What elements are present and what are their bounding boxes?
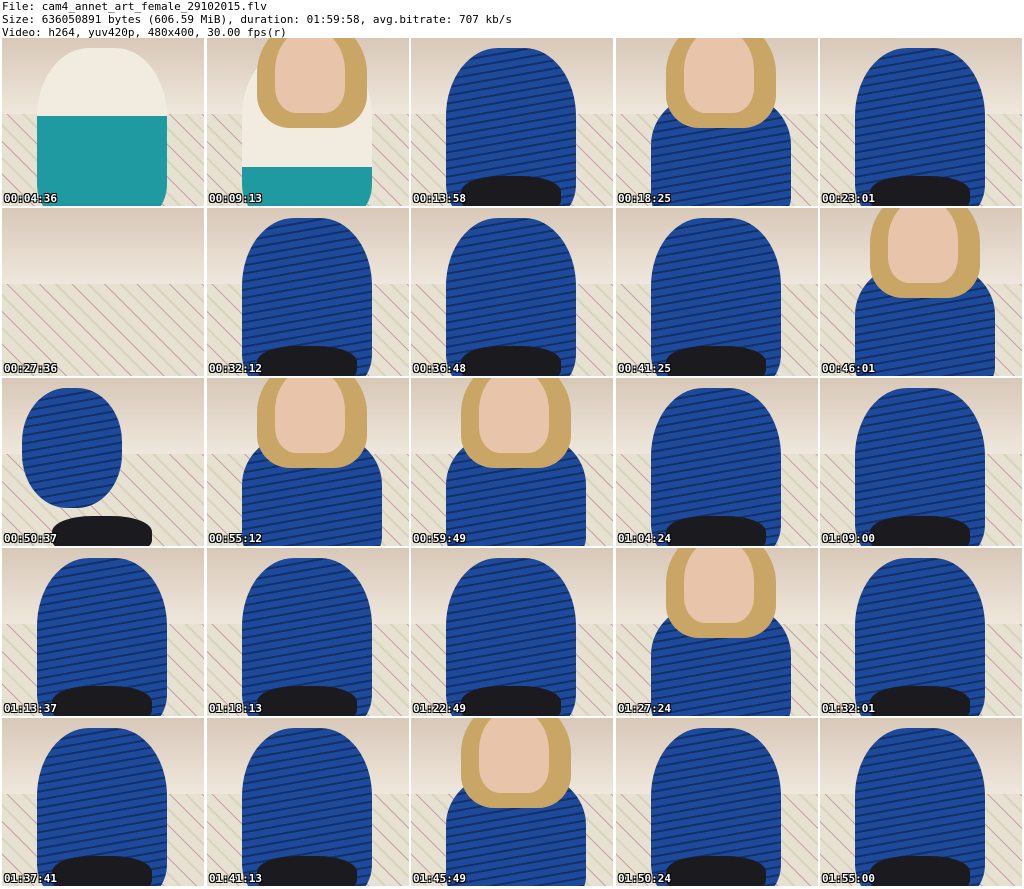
person-legs — [870, 686, 970, 716]
person-legs — [461, 176, 561, 206]
thumbnail-timestamp: 00:55:12 — [209, 532, 262, 545]
thumbnail-timestamp: 01:04:24 — [618, 532, 671, 545]
video-thumbnail: 01:13:37 — [2, 548, 204, 716]
file-name-line: File: cam4_annet_art_female_29102015.flv — [2, 0, 267, 13]
thumbnail-timestamp: 01:27:24 — [618, 702, 671, 715]
video-thumbnail: 00:09:13 — [207, 38, 409, 206]
person-legs — [666, 516, 766, 546]
thumbnail-timestamp: 01:45:49 — [413, 872, 466, 885]
thumbnail-grid: 00:04:36 00:09:13 00:13:58 00:18:25 00:23:01… — [0, 38, 1024, 889]
person-legs — [257, 856, 357, 886]
video-thumbnail: 00:23:01 — [820, 38, 1022, 206]
video-thumbnail: 01:41:13 — [207, 718, 409, 886]
video-thumbnail: 01:32:01 — [820, 548, 1022, 716]
person-legs — [52, 516, 152, 546]
video-thumbnail: 01:55:00 — [820, 718, 1022, 886]
person-face — [275, 378, 345, 453]
person-face — [888, 208, 958, 283]
thumbnail-timestamp: 00:46:01 — [822, 362, 875, 375]
person-legs — [52, 686, 152, 716]
video-thumbnail: 00:41:25 — [616, 208, 818, 376]
thumbnail-timestamp: 00:09:13 — [209, 192, 262, 205]
video-thumbnail: 01:04:24 — [616, 378, 818, 546]
video-thumbnail: 01:37:41 — [2, 718, 204, 886]
person-legs — [666, 856, 766, 886]
person-face — [479, 718, 549, 793]
person-face — [479, 378, 549, 453]
thumbnail-timestamp: 01:37:41 — [4, 872, 57, 885]
thumbnail-timestamp: 01:55:00 — [822, 872, 875, 885]
video-thumbnail: 00:36:48 — [411, 208, 613, 376]
person-legs — [52, 856, 152, 886]
video-thumbnail: 01:50:24 — [616, 718, 818, 886]
video-thumbnail: 01:22:49 — [411, 548, 613, 716]
thumbnail-timestamp: 01:50:24 — [618, 872, 671, 885]
video-thumbnail: 00:13:58 — [411, 38, 613, 206]
video-thumbnail: 00:59:49 — [411, 378, 613, 546]
person-figure — [37, 48, 167, 206]
video-thumbnail: 00:50:37 — [2, 378, 204, 546]
thumbnail-timestamp: 00:59:49 — [413, 532, 466, 545]
video-thumbnail: 00:46:01 — [820, 208, 1022, 376]
thumbnail-timestamp: 00:36:48 — [413, 362, 466, 375]
person-legs — [870, 856, 970, 886]
person-legs — [870, 176, 970, 206]
person-legs — [666, 346, 766, 376]
person-face — [684, 548, 754, 623]
person-legs — [870, 516, 970, 546]
thumbnail-timestamp: 01:13:37 — [4, 702, 57, 715]
video-thumbnail: 00:04:36 — [2, 38, 204, 206]
video-thumbnail: 00:55:12 — [207, 378, 409, 546]
info-header: File: cam4_annet_art_female_29102015.flv… — [0, 0, 1024, 39]
person-legs — [461, 686, 561, 716]
video-thumbnail: 01:09:00 — [820, 378, 1022, 546]
thumbnail-timestamp: 01:41:13 — [209, 872, 262, 885]
thumbnail-timestamp: 00:23:01 — [822, 192, 875, 205]
thumbnail-timestamp: 00:32:12 — [209, 362, 262, 375]
thumbnail-timestamp: 00:04:36 — [4, 192, 57, 205]
person-legs — [461, 346, 561, 376]
video-thumbnail: 01:45:49 — [411, 718, 613, 886]
video-thumbnail: 00:27:36 — [2, 208, 204, 376]
person-figure — [22, 388, 122, 508]
thumbnail-timestamp: 00:13:58 — [413, 192, 466, 205]
video-thumbnail: 00:18:25 — [616, 38, 818, 206]
person-face — [684, 38, 754, 113]
video-thumbnail: 01:27:24 — [616, 548, 818, 716]
thumbnail-timestamp: 01:09:00 — [822, 532, 875, 545]
video-thumbnail: 01:18:13 — [207, 548, 409, 716]
thumbnail-timestamp: 00:41:25 — [618, 362, 671, 375]
person-legs — [257, 346, 357, 376]
thumbnail-timestamp: 00:18:25 — [618, 192, 671, 205]
thumbnail-timestamp: 01:22:49 — [413, 702, 466, 715]
file-size-line: Size: 636050891 bytes (606.59 MiB), dura… — [2, 13, 512, 26]
person-face — [275, 38, 345, 113]
thumbnail-timestamp: 01:32:01 — [822, 702, 875, 715]
thumbnail-timestamp: 00:27:36 — [4, 362, 57, 375]
person-legs — [257, 686, 357, 716]
video-thumbnail: 00:32:12 — [207, 208, 409, 376]
thumbnail-timestamp: 00:50:37 — [4, 532, 57, 545]
thumbnail-timestamp: 01:18:13 — [209, 702, 262, 715]
